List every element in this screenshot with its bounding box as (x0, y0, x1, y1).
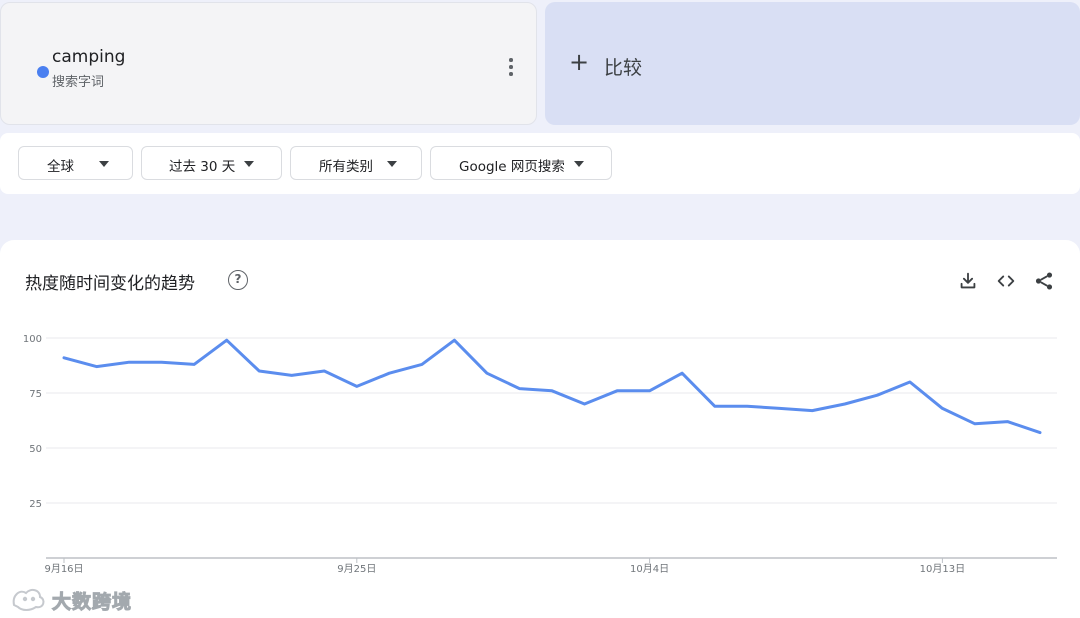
chevron-down-icon (574, 161, 584, 167)
series-color-dot (37, 66, 49, 78)
search-term-card[interactable]: camping 搜索字词 (0, 2, 537, 125)
watermark-logo-icon (12, 588, 45, 611)
x-tick-label: 10月13日 (920, 563, 965, 575)
y-tick-label-25: 25 (29, 499, 42, 510)
compare-button[interactable]: + 比较 (545, 2, 1080, 125)
chevron-down-icon (387, 161, 397, 167)
watermark-text: 大数跨境 (51, 591, 133, 614)
interest-over-time-panel: 热度随时间变化的趋势 ? 25 50 75 100 9月16日 9月25日 10月4日 10月… (0, 240, 1080, 618)
chevron-down-icon (244, 161, 254, 167)
category-filter-label: 所有类别 (319, 159, 373, 175)
filter-bar: 全球 过去 30 天 所有类别 Google 网页搜索 (0, 133, 1080, 194)
category-filter[interactable]: 所有类别 (290, 146, 422, 180)
y-tick-label-100: 100 (23, 334, 42, 345)
x-tick-label: 9月25日 (337, 563, 376, 575)
more-options-icon[interactable] (501, 55, 521, 79)
y-tick-label-75: 75 (29, 389, 42, 400)
region-filter-label: 全球 (47, 159, 74, 175)
region-filter[interactable]: 全球 (18, 146, 133, 180)
x-tick-label: 9月16日 (44, 563, 83, 575)
time-range-filter[interactable]: 过去 30 天 (141, 146, 282, 180)
plus-icon: + (569, 48, 590, 76)
search-term-name: camping (52, 47, 126, 67)
watermark: 大数跨境 (10, 585, 132, 614)
search-term-type: 搜索字词 (52, 75, 105, 90)
trend-chart: 25 50 75 100 9月16日 9月25日 10月4日 10月13日 (23, 334, 1057, 575)
series-line-0 (62, 338, 1042, 435)
header-row: camping 搜索字词 + 比较 (0, 0, 1080, 128)
search-type-filter-label: Google 网页搜索 (459, 159, 565, 175)
y-tick-label-50: 50 (29, 444, 42, 455)
search-type-filter[interactable]: Google 网页搜索 (430, 146, 612, 180)
chevron-down-icon (99, 161, 109, 167)
x-tick-label: 10月4日 (630, 563, 669, 575)
compare-label: 比较 (604, 57, 643, 79)
time-range-filter-label: 过去 30 天 (169, 159, 236, 175)
